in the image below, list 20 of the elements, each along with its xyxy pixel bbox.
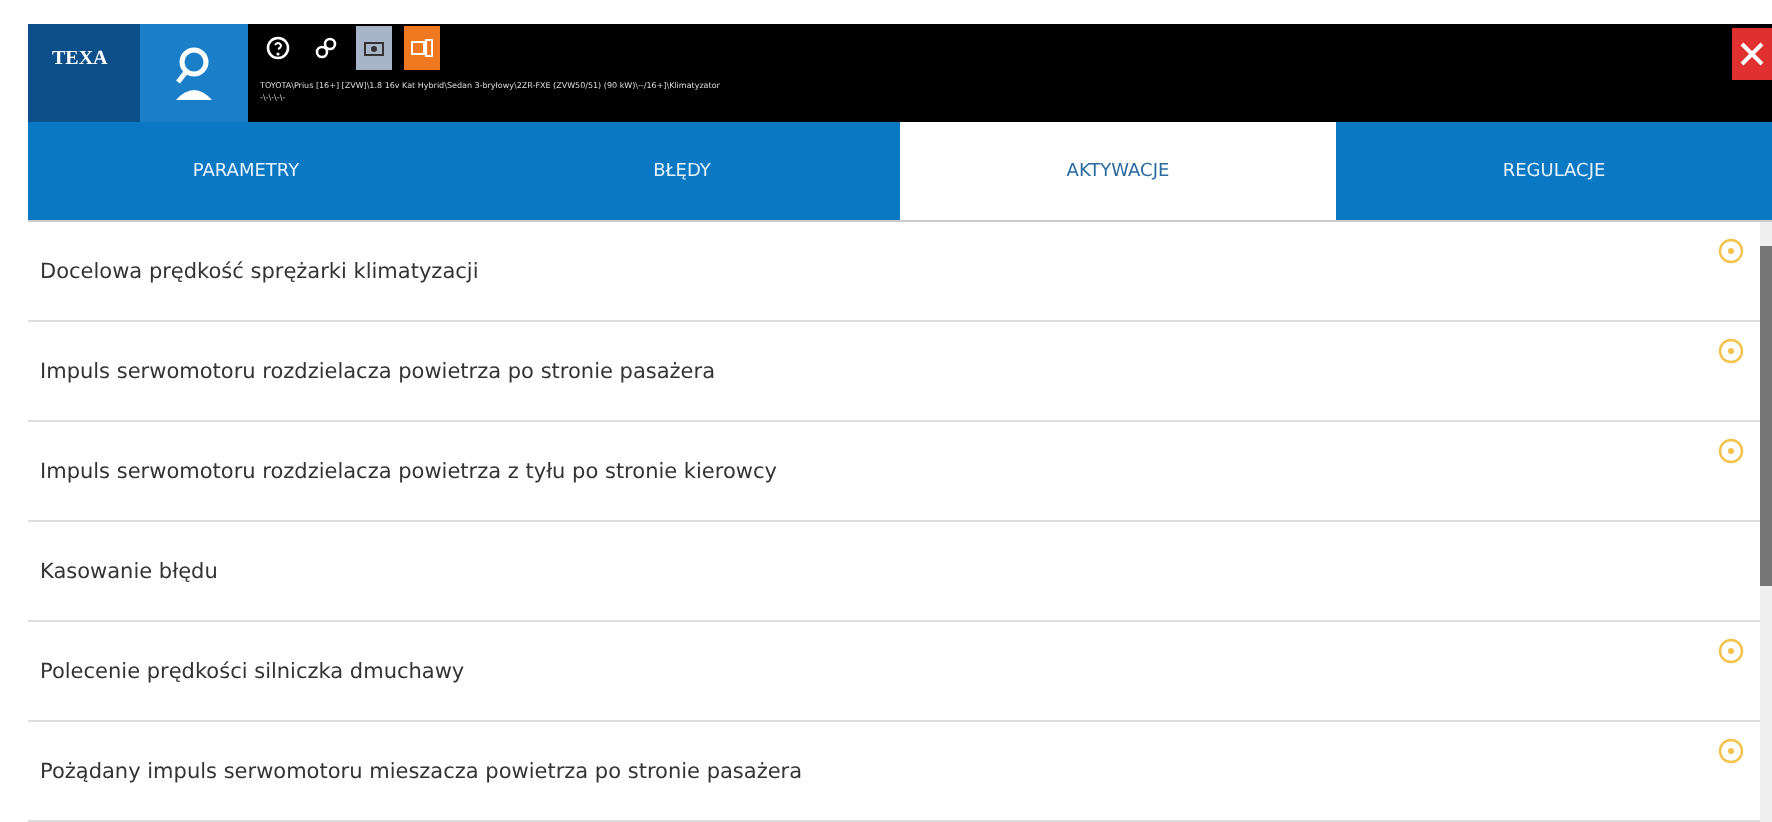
activation-label[interactable]: Docelowa prędkość sprężarki klimatyzacji [40, 259, 479, 283]
activation-label[interactable]: Impuls serwomotoru rozdzielacza powietrza po stronie pasażera [40, 359, 716, 383]
camera-button[interactable] [356, 26, 392, 70]
close-button[interactable] [1732, 28, 1772, 80]
link-icon [314, 36, 338, 60]
scrollbar[interactable] [1760, 222, 1772, 822]
camera-icon [364, 40, 384, 56]
activation-label[interactable]: Impuls serwomotoru rozdzielacza powietrza z tyłu po stronie kierowcy [40, 459, 777, 483]
activation-label[interactable]: Pożądany impuls serwomotoru mieszacza powietrza po stronie pasażera [40, 759, 803, 783]
tab[interactable]: BŁĘDY [464, 122, 900, 220]
help-icon [266, 36, 290, 60]
search-button[interactable] [140, 24, 248, 123]
tab[interactable]: PARAMETRY [28, 122, 464, 220]
activation-label[interactable]: Polecenie prędkości silniczka dmuchawy [40, 659, 465, 683]
activation-label[interactable]: Kasowanie błędu [40, 559, 218, 583]
device-icon [410, 38, 434, 58]
logo: TEXA [28, 24, 140, 123]
tab[interactable]: REGULACJE [1336, 122, 1772, 220]
device-button[interactable] [404, 26, 440, 70]
close-icon [1740, 42, 1764, 66]
